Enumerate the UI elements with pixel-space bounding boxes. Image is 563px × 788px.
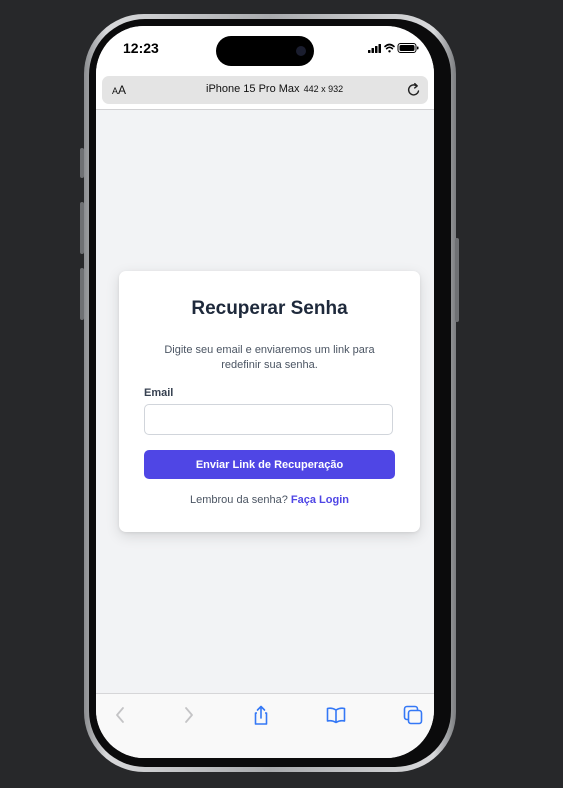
phone-screen: 12:23 AA iPhone 15 Pro Max 442 x 932 Rec… xyxy=(96,26,434,758)
card-description: Digite seu email e enviaremos um link pa… xyxy=(164,344,375,371)
browser-bar: AA iPhone 15 Pro Max 442 x 932 xyxy=(96,74,434,110)
share-icon[interactable] xyxy=(250,704,272,726)
address-bar[interactable]: AA iPhone 15 Pro Max 442 x 932 xyxy=(102,76,428,104)
reload-icon[interactable] xyxy=(406,82,422,98)
device-size: 442 x 932 xyxy=(303,84,344,94)
status-icons xyxy=(368,43,419,53)
wifi-icon xyxy=(384,43,395,53)
back-icon[interactable] xyxy=(110,704,132,726)
divider xyxy=(96,109,434,110)
power-button xyxy=(455,238,459,322)
camera-icon xyxy=(296,46,306,56)
send-recovery-link-button[interactable]: Enviar Link de Recuperação xyxy=(144,450,395,479)
email-field[interactable] xyxy=(144,404,393,435)
volume-up-button xyxy=(80,202,84,254)
login-prompt-line: Lembrou da senha? Faça Login xyxy=(119,494,420,506)
text-size-button[interactable]: AA xyxy=(112,83,126,97)
login-prompt: Lembrou da senha? xyxy=(190,494,288,506)
page-title: Recuperar Senha xyxy=(191,298,348,319)
volume-down-button xyxy=(80,268,84,320)
device-label: iPhone 15 Pro Max 442 x 932 xyxy=(206,83,343,95)
status-time: 12:23 xyxy=(123,40,159,56)
status-bar: 12:23 xyxy=(96,26,434,74)
signal-icon xyxy=(368,44,381,53)
device-name: iPhone 15 Pro Max xyxy=(206,83,300,95)
email-label: Email xyxy=(144,387,174,399)
action-button xyxy=(80,148,84,178)
bookmarks-icon[interactable] xyxy=(325,704,347,726)
forward-icon[interactable] xyxy=(177,704,199,726)
battery-icon xyxy=(397,43,419,53)
recovery-card: Recuperar Senha Digite seu email e envia… xyxy=(119,271,420,532)
dynamic-island xyxy=(216,36,314,66)
login-link[interactable]: Faça Login xyxy=(291,494,349,506)
browser-toolbar xyxy=(96,693,434,758)
tabs-icon[interactable] xyxy=(402,704,424,726)
